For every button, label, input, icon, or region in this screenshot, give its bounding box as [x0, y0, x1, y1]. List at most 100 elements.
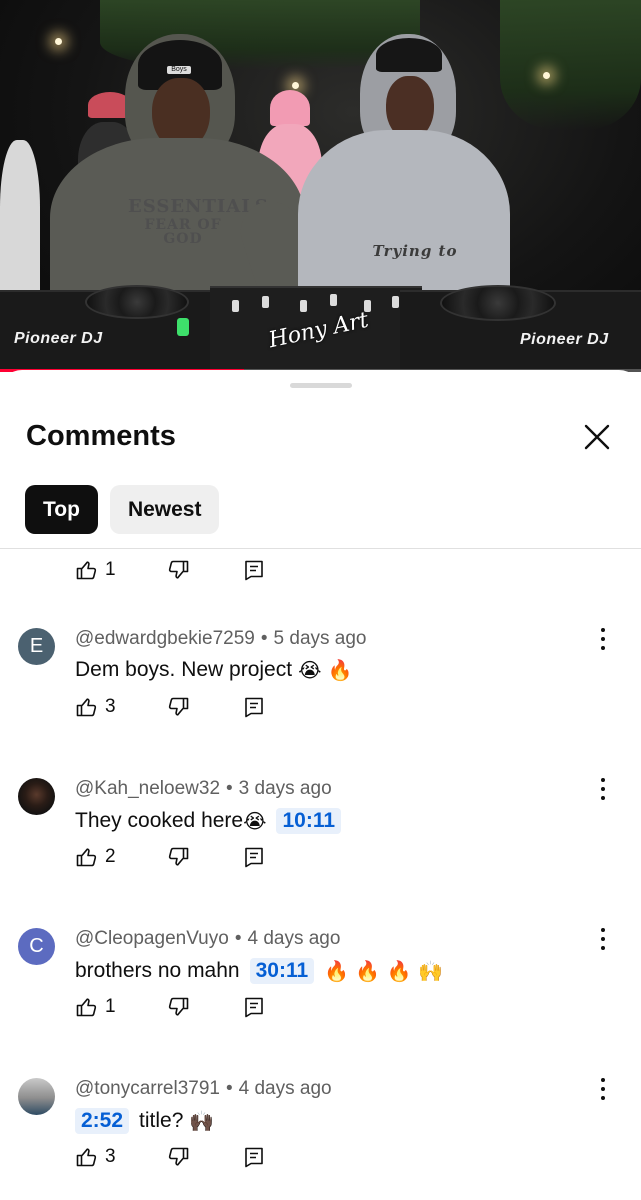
thumb-down-icon	[168, 1147, 188, 1166]
comment-author[interactable]: @Kah_neloew32	[75, 778, 220, 799]
comment-body: brothers no mahn	[75, 959, 240, 982]
comment-meta: @CleopagenVuyo • 4 days ago	[75, 928, 341, 949]
comment-author[interactable]: @tonycarrel3791	[75, 1078, 220, 1099]
like-button[interactable]: 1	[75, 558, 116, 582]
comment-item: C @CleopagenVuyo • 4 days ago brothers no …	[0, 928, 641, 1058]
close-button[interactable]	[580, 420, 614, 454]
reply-comment-icon	[244, 847, 263, 868]
thumb-down-icon	[168, 997, 188, 1016]
comment-time: 4 days ago	[247, 928, 341, 949]
avatar[interactable]	[18, 1078, 55, 1115]
like-button[interactable]: 1	[75, 995, 116, 1019]
comment-actions: 3	[75, 695, 266, 719]
avatar-letter: C	[29, 935, 44, 957]
comment-item: @tonycarrel3791 • 4 days ago 2:52 title? 🙌…	[0, 1078, 641, 1200]
timestamp-link[interactable]: 10:11	[276, 808, 342, 834]
reply-comment-icon	[244, 997, 263, 1018]
reply-button[interactable]	[242, 695, 266, 719]
dislike-button[interactable]	[166, 845, 190, 869]
jog-wheel-right	[440, 285, 556, 321]
comment-emoji: 😭	[243, 809, 267, 833]
more-vert-icon[interactable]	[596, 628, 610, 650]
comment-time: 3 days ago	[238, 778, 332, 799]
thumb-up-icon	[76, 998, 97, 1017]
dislike-button[interactable]	[166, 695, 190, 719]
comment-emojis: 🙌🏿	[189, 1109, 215, 1133]
thumb-down-icon	[168, 697, 188, 716]
avatar[interactable]: C	[18, 928, 55, 965]
like-count: 1	[105, 996, 116, 1017]
close-icon	[584, 424, 610, 450]
like-button[interactable]: 2	[75, 845, 116, 869]
brand-label-right: Pioneer DJ	[520, 331, 609, 348]
like-button[interactable]: 3	[75, 695, 116, 719]
comment-item: @Kah_neloew32 • 3 days ago They cooked her…	[0, 778, 641, 908]
thumb-down-icon	[168, 847, 188, 866]
comment-text: They cooked here 😭 10:11	[75, 808, 345, 834]
like-count: 3	[105, 1146, 116, 1167]
thumb-down-icon	[168, 560, 188, 579]
drag-handle[interactable]	[290, 383, 352, 388]
more-vert-icon[interactable]	[596, 778, 610, 800]
more-vert-icon[interactable]	[596, 1078, 610, 1100]
timestamp-link[interactable]: 2:52	[75, 1108, 130, 1134]
comment-author[interactable]: @CleopagenVuyo	[75, 928, 229, 949]
reply-comment-icon	[244, 560, 263, 581]
partial-comment-actions: 1	[75, 558, 266, 582]
tab-top[interactable]: Top	[25, 485, 98, 534]
thumb-up-icon	[76, 1148, 97, 1167]
more-vert-icon[interactable]	[596, 928, 610, 950]
reply-button[interactable]	[242, 845, 266, 869]
comment-meta: @Kah_neloew32 • 3 days ago	[75, 778, 332, 799]
avatar[interactable]: E	[18, 628, 55, 665]
avatar-letter: E	[29, 635, 44, 657]
comment-item: E @edwardgbekie7259 • 5 days ago Dem boys.…	[0, 628, 641, 758]
dj-left: Boys ESSENTIALS FEAR OF GOD	[50, 30, 328, 330]
sort-tabs: Top Newest	[25, 485, 220, 534]
video-player[interactable]: Boys ESSENTIALS FEAR OF GOD Trying to Pi…	[0, 0, 641, 372]
comment-author[interactable]: @edwardgbekie7259	[75, 628, 255, 649]
comment-text: 2:52 title? 🙌🏿	[75, 1108, 214, 1134]
reply-button[interactable]	[242, 558, 266, 582]
tab-newest[interactable]: Newest	[109, 485, 220, 534]
thumb-up-icon	[76, 561, 97, 580]
hanging-plants	[500, 0, 641, 130]
cap-badge: Boys	[167, 66, 191, 74]
dislike-button[interactable]	[166, 995, 190, 1019]
comment-text: Dem boys. New project 😭 🔥	[75, 658, 353, 682]
comment-emojis: 🔥 🔥 🔥 🙌	[324, 959, 443, 983]
dislike-button[interactable]	[166, 1145, 190, 1169]
comment-time: 5 days ago	[273, 628, 367, 649]
reply-button[interactable]	[242, 1145, 266, 1169]
comment-actions: 2	[75, 845, 266, 869]
comment-body: title?	[139, 1109, 184, 1132]
jog-wheel-left	[85, 285, 189, 319]
background-person	[0, 140, 40, 300]
brand-label-left: Pioneer DJ	[14, 330, 103, 347]
hoodie-print-line1: ESSENTIALS	[128, 196, 269, 217]
comment-body: They cooked here	[75, 809, 244, 832]
reply-button[interactable]	[242, 995, 266, 1019]
comment-time: 4 days ago	[238, 1078, 332, 1099]
comment-emojis: 😭 🔥	[298, 658, 353, 682]
dislike-button[interactable]	[166, 558, 190, 582]
comment-body: Dem boys. New project	[75, 658, 293, 681]
header-divider	[0, 548, 641, 549]
comment-text: brothers no mahn 30:11 🔥 🔥 🔥 🙌	[75, 958, 443, 984]
comments-panel: Comments Top Newest 1 E @edwardgbekie725…	[0, 370, 641, 1200]
avatar[interactable]	[18, 778, 55, 815]
thumb-up-icon	[76, 848, 97, 867]
comment-meta: @tonycarrel3791 • 4 days ago	[75, 1078, 332, 1099]
thumb-up-icon	[76, 698, 97, 717]
like-button[interactable]: 3	[75, 1145, 116, 1169]
green-indicator	[177, 318, 189, 336]
timestamp-link[interactable]: 30:11	[249, 958, 315, 984]
string-light	[543, 72, 550, 79]
panel-title: Comments	[26, 420, 176, 452]
comment-meta: @edwardgbekie7259 • 5 days ago	[75, 628, 367, 649]
comment-actions: 1	[75, 995, 266, 1019]
like-count: 3	[105, 696, 116, 717]
hoodie2-print: Trying to	[372, 242, 458, 260]
reply-comment-icon	[244, 697, 263, 718]
hoodie-print-line2: FEAR OF GOD	[144, 217, 222, 247]
